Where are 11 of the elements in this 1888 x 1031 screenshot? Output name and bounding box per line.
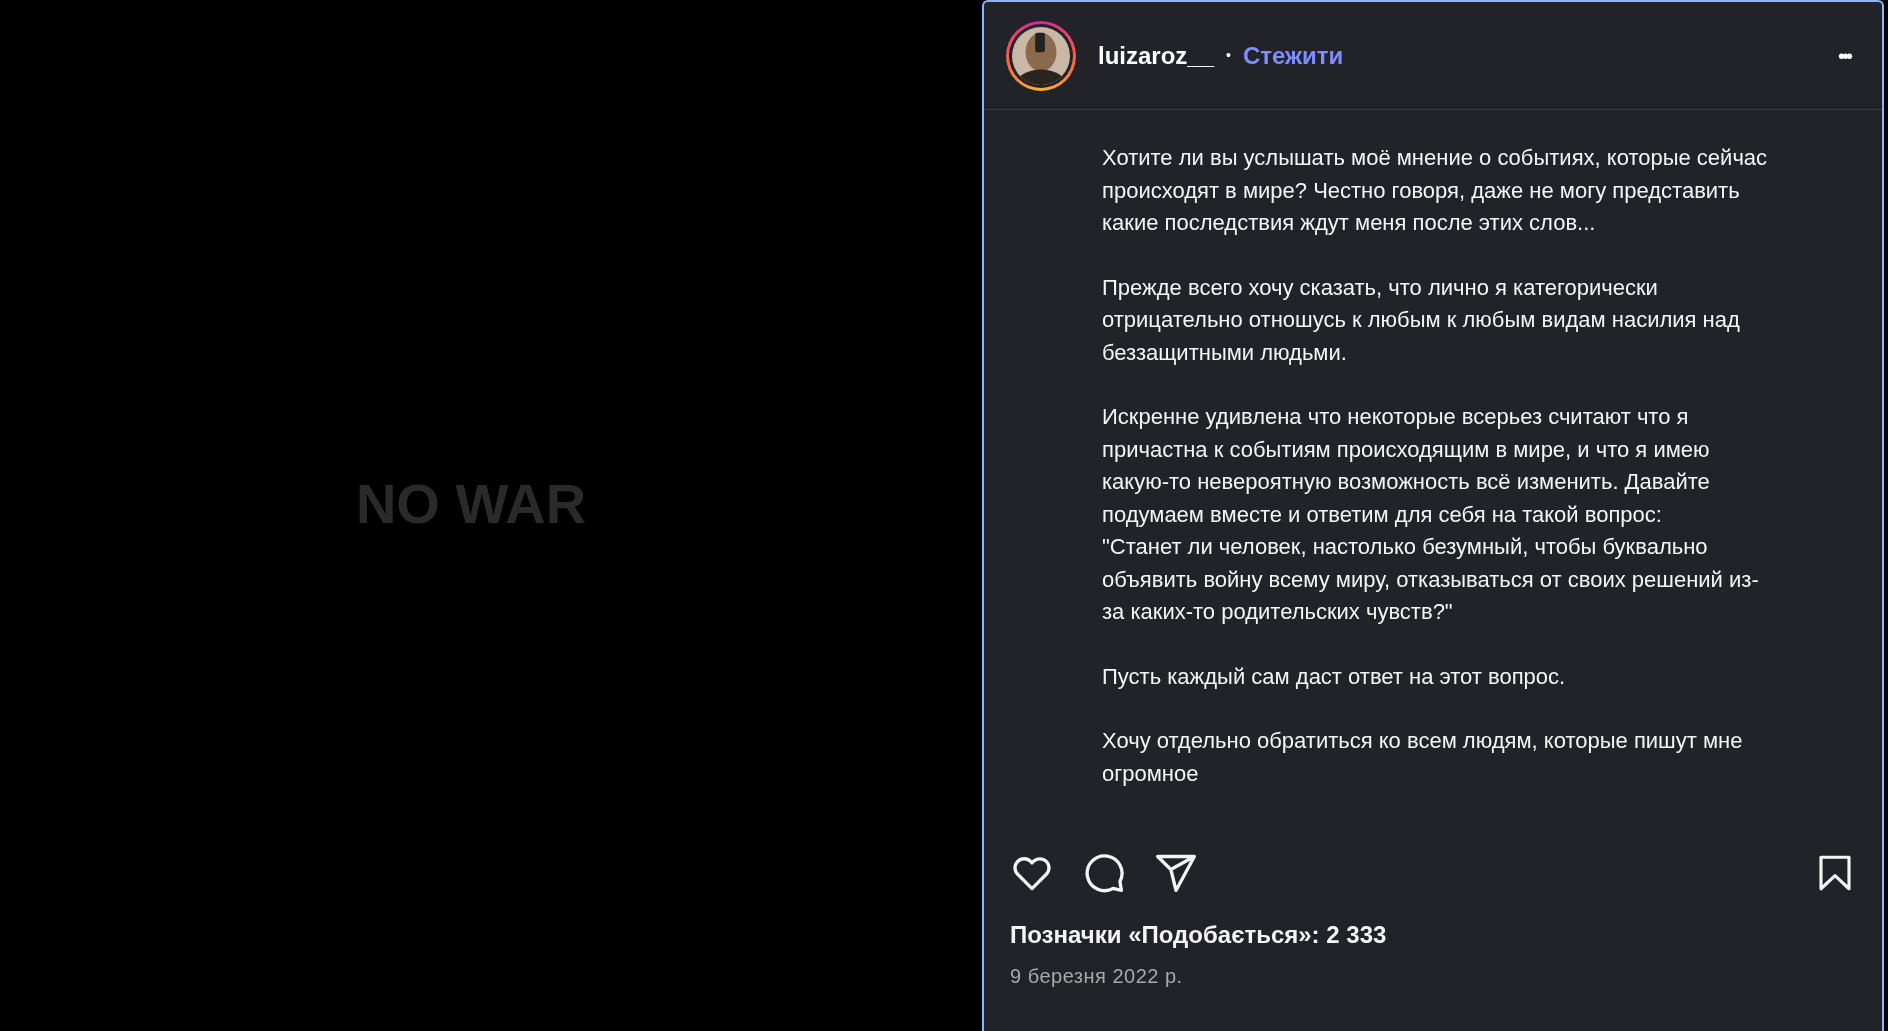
- caption-paragraph: Хочу отдельно обратиться ко всем людям, которые пишут мне огромное: [1102, 727, 1744, 788]
- follow-link[interactable]: Стежити: [1242, 37, 1344, 74]
- more-button[interactable]: •••: [1838, 40, 1850, 71]
- username[interactable]: luizaroz__: [1098, 37, 1215, 74]
- likes-count[interactable]: Позначки «Подобається»: 2 333: [1010, 917, 1856, 953]
- caption-paragraph: Хотите ли вы услышать моё мнение о событиях, которые сейчас происходят в мире? Честно говоря, даже не могу представить какие последствия ждут меня после этих слов...: [1102, 144, 1769, 237]
- caption-paragraph: Прежде всего хочу сказать, что лично я категорически отрицательно отношусь к любым к любым видам насилия над беззащитными людьми.: [1102, 273, 1741, 367]
- post-date: 9 березня 2022 р.: [1010, 964, 1184, 989]
- caption-paragraph: Пусть каждый сам даст ответ на этот вопрос.: [1102, 662, 1567, 691]
- separator-dot: •: [1226, 46, 1231, 65]
- caption-paragraph: Искренне удивлена что некоторые всерьез считают что я причастна к событиям происходящим в мире, и что я имею какую-то невероятную возможность всё изменить. Давайте подумаем вместе и ответим для себя на такой вопрос: "Станет ли человек, настолько безумный, чтобы буквально объявить войну всему миру, отказываться от своих решений из-за каких-то родительских чувств?": [1102, 403, 1760, 626]
